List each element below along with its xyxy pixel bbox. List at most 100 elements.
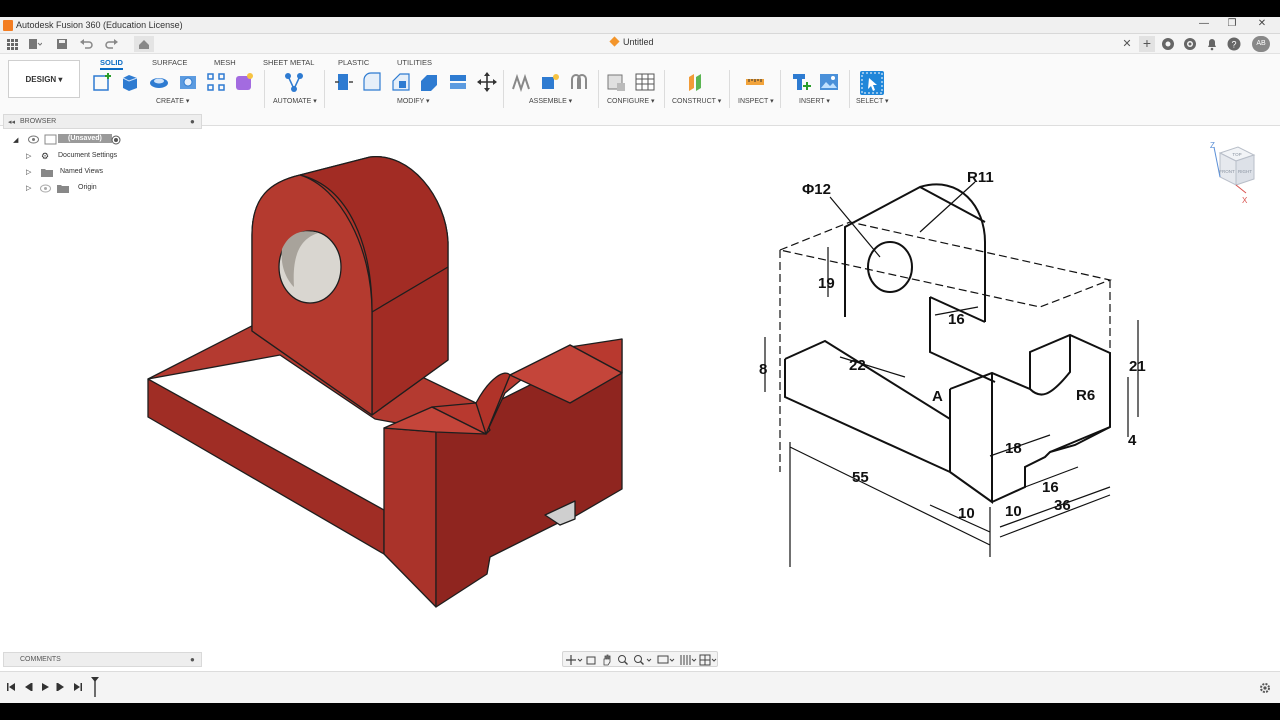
new-tab-button[interactable]: + bbox=[1139, 36, 1155, 52]
go-to-end-icon[interactable] bbox=[73, 682, 83, 692]
timeline-bar bbox=[0, 671, 1280, 703]
insert-menu[interactable]: INSERT ▾ bbox=[799, 97, 830, 105]
redo-icon[interactable] bbox=[104, 36, 120, 52]
extensions-icon[interactable] bbox=[1160, 36, 1176, 52]
ribbon-divider bbox=[598, 70, 599, 108]
offset-plane-icon[interactable] bbox=[685, 71, 707, 93]
pin-icon[interactable]: ● bbox=[190, 117, 195, 126]
timeline-settings-gear-icon[interactable] bbox=[1259, 682, 1271, 694]
view-cube-right[interactable]: RIGHT bbox=[1238, 169, 1252, 174]
revolve-icon[interactable] bbox=[148, 71, 170, 93]
job-status-icon[interactable] bbox=[1182, 36, 1198, 52]
orbit-icon[interactable] bbox=[565, 654, 583, 666]
notifications-icon[interactable] bbox=[1204, 36, 1220, 52]
extrude-icon[interactable] bbox=[119, 71, 141, 93]
workspace-switcher[interactable]: DESIGN ▾ bbox=[8, 60, 80, 98]
fit-zoom-icon[interactable] bbox=[633, 654, 655, 666]
axis-x-label: X bbox=[1242, 196, 1248, 205]
form-icon[interactable] bbox=[233, 71, 255, 93]
grid-snaps-icon[interactable] bbox=[679, 654, 697, 666]
go-to-start-icon[interactable] bbox=[6, 682, 16, 692]
automate-menu[interactable]: AUTOMATE ▾ bbox=[273, 97, 317, 105]
collapse-panel-icon[interactable]: ◂◂ bbox=[8, 118, 15, 126]
minimize-button[interactable]: — bbox=[1196, 18, 1212, 29]
select-icon[interactable] bbox=[860, 71, 884, 95]
combine-icon[interactable] bbox=[447, 71, 469, 93]
tab-surface[interactable]: SURFACE bbox=[152, 58, 187, 67]
measure-icon[interactable] bbox=[744, 71, 766, 93]
create-sketch-icon[interactable] bbox=[92, 71, 114, 93]
step-forward-icon[interactable] bbox=[56, 682, 66, 692]
insert-derive-icon[interactable] bbox=[790, 71, 812, 93]
title-bar: Autodesk Fusion 360 (Education License) … bbox=[0, 17, 1280, 34]
tab-sheet-metal[interactable]: SHEET METAL bbox=[263, 58, 314, 67]
maximize-button[interactable]: ❐ bbox=[1224, 18, 1240, 29]
file-menu-icon[interactable] bbox=[26, 36, 42, 52]
comments-panel[interactable]: COMMENTS ● bbox=[3, 652, 202, 667]
configure-menu[interactable]: CONFIGURE ▾ bbox=[607, 97, 654, 105]
motion-link-icon[interactable] bbox=[568, 71, 590, 93]
view-cube-top[interactable]: TOP bbox=[1232, 152, 1241, 157]
tab-utilities[interactable]: UTILITIES bbox=[397, 58, 432, 67]
undo-icon[interactable] bbox=[78, 36, 94, 52]
pattern-icon[interactable] bbox=[205, 71, 227, 93]
dim-55: 55 bbox=[852, 469, 869, 486]
ribbon-divider bbox=[264, 70, 265, 108]
joint-icon[interactable] bbox=[511, 71, 533, 93]
save-icon[interactable] bbox=[54, 36, 70, 52]
display-settings-icon[interactable] bbox=[657, 654, 677, 666]
add-comment-icon[interactable]: ● bbox=[190, 655, 195, 664]
timeline-marker[interactable] bbox=[90, 676, 100, 698]
browser-title: BROWSER bbox=[20, 118, 57, 125]
zoom-window-icon[interactable] bbox=[617, 654, 629, 666]
window-title: Autodesk Fusion 360 (Education License) bbox=[16, 20, 183, 30]
dim-10b: 10 bbox=[1005, 503, 1022, 520]
view-cube-front[interactable]: FRONT bbox=[1219, 169, 1235, 174]
create-menu[interactable]: CREATE ▾ bbox=[156, 97, 189, 105]
tab-mesh[interactable]: MESH bbox=[214, 58, 236, 67]
document-tab[interactable]: Untitled bbox=[609, 36, 654, 47]
document-cube-icon bbox=[609, 36, 620, 47]
play-icon[interactable] bbox=[40, 682, 50, 692]
select-menu[interactable]: SELECT ▾ bbox=[856, 97, 889, 105]
press-pull-icon[interactable] bbox=[333, 71, 355, 93]
assemble-menu[interactable]: ASSEMBLE ▾ bbox=[529, 97, 572, 105]
chamfer-icon[interactable] bbox=[390, 71, 412, 93]
automate-icon[interactable] bbox=[283, 71, 305, 93]
dim-phi12: Φ12 bbox=[802, 181, 831, 198]
ribbon-divider bbox=[503, 70, 504, 108]
step-back-icon[interactable] bbox=[23, 682, 33, 692]
user-avatar[interactable]: AB bbox=[1252, 36, 1270, 52]
fillet-icon[interactable] bbox=[361, 71, 383, 93]
fusion-app-window: Autodesk Fusion 360 (Education License) … bbox=[0, 17, 1280, 703]
ribbon-divider bbox=[729, 70, 730, 108]
inspect-menu[interactable]: INSPECT ▾ bbox=[738, 97, 774, 105]
move-icon[interactable] bbox=[476, 71, 498, 93]
insert-image-icon[interactable] bbox=[818, 71, 840, 93]
view-cube[interactable]: TOP FRONT RIGHT Z X bbox=[1210, 141, 1256, 205]
home-icon[interactable] bbox=[134, 36, 154, 52]
ribbon-divider bbox=[849, 70, 850, 108]
modify-menu[interactable]: MODIFY ▾ bbox=[397, 97, 430, 105]
dim-21: 21 bbox=[1129, 358, 1146, 375]
dim-10a: 10 bbox=[958, 505, 975, 522]
configuration-table-icon[interactable] bbox=[634, 71, 656, 93]
viewports-icon[interactable] bbox=[699, 654, 717, 666]
grid-menu-icon[interactable] bbox=[4, 36, 20, 52]
tab-solid[interactable]: SOLID bbox=[100, 58, 123, 70]
hole-icon[interactable] bbox=[177, 71, 199, 93]
document-title: Untitled bbox=[623, 37, 654, 47]
construct-menu[interactable]: CONSTRUCT ▾ bbox=[672, 97, 721, 105]
3d-model[interactable] bbox=[147, 156, 623, 608]
look-at-icon[interactable] bbox=[585, 654, 597, 666]
tab-plastic[interactable]: PLASTIC bbox=[338, 58, 369, 67]
close-window-button[interactable]: ✕ bbox=[1254, 18, 1270, 29]
help-icon[interactable]: ? bbox=[1226, 36, 1242, 52]
pan-hand-icon[interactable] bbox=[601, 654, 613, 666]
3d-canvas[interactable]: Φ12 R11 19 16 8 22 A 21 R6 4 18 55 16 10… bbox=[0, 127, 1280, 667]
close-tab-button[interactable]: ✕ bbox=[1119, 36, 1135, 52]
new-component-icon[interactable] bbox=[539, 71, 561, 93]
shell-icon[interactable] bbox=[418, 71, 440, 93]
comments-title: COMMENTS bbox=[20, 656, 61, 663]
configure-icon[interactable] bbox=[605, 71, 627, 93]
